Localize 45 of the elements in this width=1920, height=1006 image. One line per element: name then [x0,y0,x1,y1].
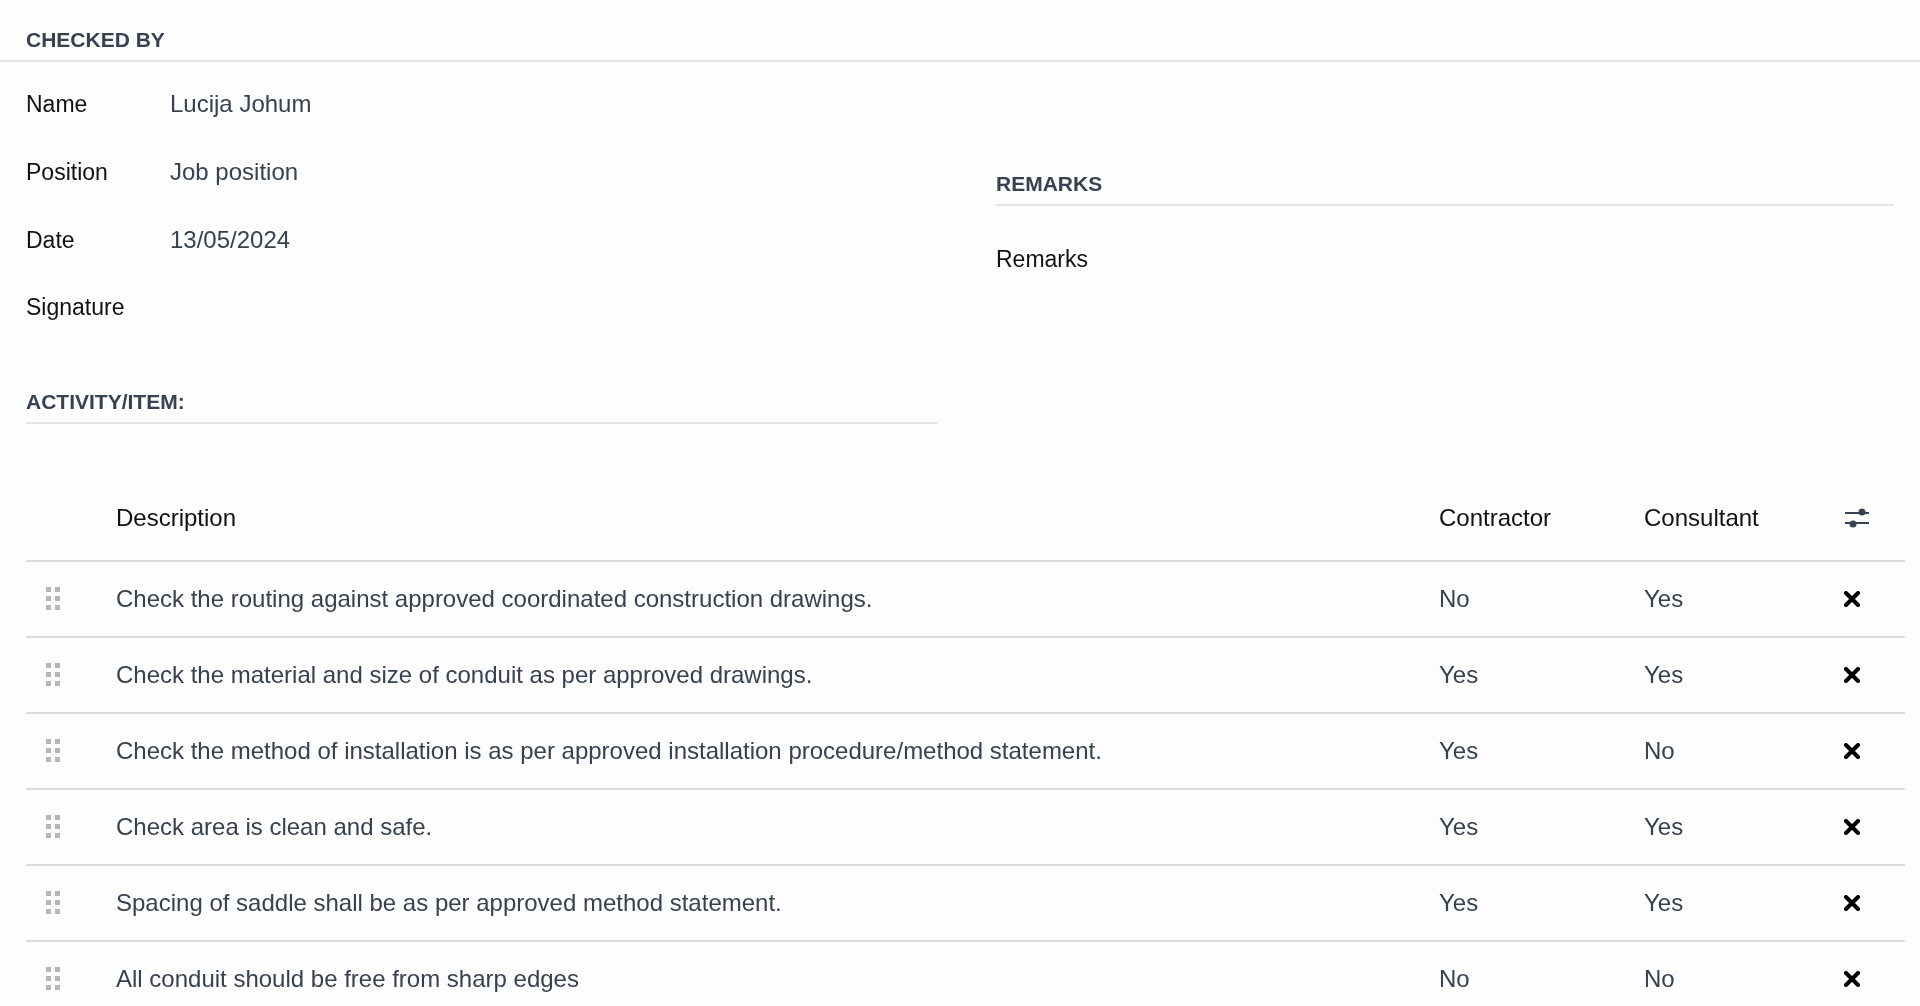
table-cell: Yes [1644,585,1684,612]
column-header: Consultant [1644,504,1759,531]
delete-icon[interactable] [1844,591,1860,607]
table-cell: Yes [1644,813,1684,840]
table-cell: Yes [1439,813,1479,840]
delete-icon[interactable] [1844,743,1860,759]
table-cell: Yes [1439,889,1479,916]
delete-icon[interactable] [1844,667,1860,683]
delete-icon[interactable] [1844,971,1860,987]
column-header: Description [116,504,237,531]
delete-icon[interactable] [1844,819,1860,835]
field-label: Signature [26,294,126,321]
field-label: Position [26,159,109,186]
table-cell: No [1644,965,1675,992]
table-cell: Check the routing against approved coordinated construction drawings. [116,585,873,612]
section-heading: ACTIVITY/ITEM: [26,390,185,413]
table-cell: Spacing of saddle shall be as per approved method statement. [116,889,782,916]
field-value[interactable]: 13/05/2024 [170,226,291,254]
table-cell: Check the method of installation is as per approved installation procedure/method statement. [116,737,1102,764]
column-header: Contractor [1439,504,1552,531]
field-value[interactable]: Lucija Johum [170,90,312,118]
table-cell: No [1439,965,1470,992]
table-cell: Check the material and size of conduit as per approved drawings. [116,661,813,688]
field-label: Remarks [996,246,1089,273]
table-cell: Check area is clean and safe. [116,813,433,840]
section-heading: CHECKED BY [26,28,165,51]
drag-handle-icon[interactable] [46,663,60,687]
table-cell: Yes [1644,889,1684,916]
drag-handle-icon[interactable] [46,739,60,763]
field-label: Date [26,227,76,254]
field-label: Name [26,91,89,118]
field-value[interactable]: Job position [170,158,299,186]
table-cell: No [1439,585,1470,612]
table-cell: Yes [1439,737,1479,764]
drag-handle-icon[interactable] [46,815,60,839]
table-cell: Yes [1439,661,1479,688]
table-cell: No [1644,737,1675,764]
delete-icon[interactable] [1844,895,1860,911]
table-cell: All conduit should be free from sharp edges [116,965,579,992]
drag-handle-icon[interactable] [46,587,60,611]
table-cell: Yes [1644,661,1684,688]
drag-handle-icon[interactable] [46,891,60,915]
settings-sliders-icon[interactable] [1844,506,1870,530]
drag-handle-icon[interactable] [46,967,60,991]
section-heading: REMARKS [996,172,1103,195]
